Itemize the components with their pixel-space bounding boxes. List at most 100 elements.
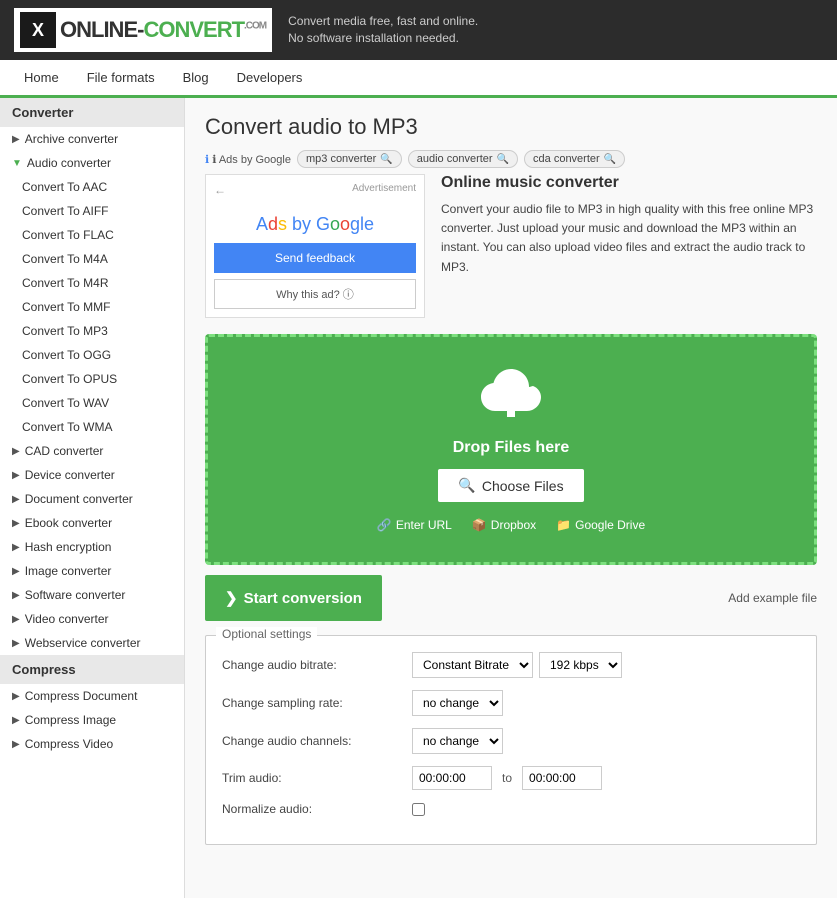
header: X ONLINE-CONVERT.COM Convert media free,… bbox=[0, 0, 837, 60]
page-title: Convert audio to MP3 bbox=[205, 114, 817, 140]
sidebar-item-image-converter[interactable]: ▶ Image converter bbox=[0, 559, 184, 583]
arrow-icon: ▶ bbox=[12, 470, 20, 481]
why-this-ad-button[interactable]: Why this ad? ⓘ bbox=[214, 279, 416, 309]
enter-url-link[interactable]: 🔗 Enter URL bbox=[377, 518, 452, 532]
trim-end-input[interactable] bbox=[522, 766, 602, 790]
trim-label: Trim audio: bbox=[222, 771, 412, 785]
sidebar: Converter ▶ Archive converter ▼ Audio co… bbox=[0, 98, 185, 898]
tag-cda-converter[interactable]: cda converter 🔍 bbox=[524, 150, 625, 168]
optional-settings: Optional settings Change audio bitrate: … bbox=[205, 635, 817, 845]
nav-file-formats[interactable]: File formats bbox=[73, 60, 169, 95]
sidebar-item-compress-video[interactable]: ▶ Compress Video bbox=[0, 732, 184, 756]
arrow-icon: ▶ bbox=[12, 638, 20, 649]
sidebar-item-device-converter[interactable]: ▶ Device converter bbox=[0, 463, 184, 487]
sidebar-item-hash-encryption[interactable]: ▶ Hash encryption bbox=[0, 535, 184, 559]
arrow-icon: ▶ bbox=[12, 518, 20, 529]
send-feedback-button[interactable]: Send feedback bbox=[214, 243, 416, 273]
dropbox-icon: 📦 bbox=[472, 518, 487, 532]
upload-zone[interactable]: Drop Files here 🔍 Choose Files 🔗 Enter U… bbox=[205, 334, 817, 565]
arrow-icon: ▶ bbox=[12, 566, 20, 577]
channels-controls: no change Mono Stereo bbox=[412, 728, 503, 754]
action-row: ❯ Start conversion Add example file bbox=[205, 575, 817, 621]
chevron-right-icon: ❯ bbox=[225, 589, 238, 607]
logo-icon: X bbox=[20, 12, 56, 48]
search-icon: 🔍 bbox=[458, 477, 475, 494]
setting-row-normalize: Normalize audio: bbox=[222, 802, 800, 816]
sampling-label: Change sampling rate: bbox=[222, 696, 412, 710]
bitrate-value-select[interactable]: 128 kbps 192 kbps 256 kbps 320 kbps bbox=[539, 652, 622, 678]
sidebar-item-video-converter[interactable]: ▶ Video converter bbox=[0, 607, 184, 631]
sidebar-subitem-opus[interactable]: Convert To OPUS bbox=[0, 367, 184, 391]
tag-bar: ℹ ℹ Ads by Google mp3 converter 🔍 audio … bbox=[205, 150, 817, 168]
search-icon: 🔍 bbox=[380, 154, 392, 165]
sidebar-item-audio-converter[interactable]: ▼ Audio converter bbox=[0, 151, 184, 175]
sidebar-subitem-mmf[interactable]: Convert To MMF bbox=[0, 295, 184, 319]
dropbox-link[interactable]: 📦 Dropbox bbox=[472, 518, 536, 532]
trim-start-input[interactable] bbox=[412, 766, 492, 790]
description-title: Online music converter bbox=[441, 174, 817, 192]
sidebar-subitem-wav[interactable]: Convert To WAV bbox=[0, 391, 184, 415]
google-drive-link[interactable]: 📁 Google Drive bbox=[556, 518, 645, 532]
arrow-icon: ▶ bbox=[12, 590, 20, 601]
advertisement-label: Advertisement bbox=[214, 183, 416, 194]
setting-row-sampling: Change sampling rate: no change 44100 Hz… bbox=[222, 690, 800, 716]
nav-blog[interactable]: Blog bbox=[169, 60, 223, 95]
arrow-icon: ▶ bbox=[12, 446, 20, 457]
sidebar-subitem-aiff[interactable]: Convert To AIFF bbox=[0, 199, 184, 223]
ad-desc-row: Advertisement ← Ads by Google Send feedb… bbox=[205, 174, 817, 318]
search-icon: 🔍 bbox=[604, 154, 616, 165]
sidebar-item-software-converter[interactable]: ▶ Software converter bbox=[0, 583, 184, 607]
tag-audio-converter[interactable]: audio converter 🔍 bbox=[408, 150, 518, 168]
normalize-checkbox[interactable] bbox=[412, 803, 425, 816]
sidebar-subitem-m4a[interactable]: Convert To M4A bbox=[0, 247, 184, 271]
google-drive-icon: 📁 bbox=[556, 518, 571, 532]
sampling-controls: no change 44100 Hz 48000 Hz bbox=[412, 690, 503, 716]
sidebar-subitem-ogg[interactable]: Convert To OGG bbox=[0, 343, 184, 367]
sidebar-item-compress-document[interactable]: ▶ Compress Document bbox=[0, 684, 184, 708]
arrow-icon: ▶ bbox=[12, 134, 20, 145]
normalize-label: Normalize audio: bbox=[222, 802, 412, 816]
arrow-icon: ▼ bbox=[12, 158, 22, 169]
channels-select[interactable]: no change Mono Stereo bbox=[412, 728, 503, 754]
compress-section-title: Compress bbox=[0, 655, 184, 684]
channels-label: Change audio channels: bbox=[222, 734, 412, 748]
arrow-icon: ▶ bbox=[12, 542, 20, 553]
bitrate-type-select[interactable]: Constant Bitrate Variable Bitrate bbox=[412, 652, 533, 678]
sidebar-item-cad-converter[interactable]: ▶ CAD converter bbox=[0, 439, 184, 463]
sidebar-subitem-mp3[interactable]: Convert To MP3 bbox=[0, 319, 184, 343]
nav-developers[interactable]: Developers bbox=[223, 60, 317, 95]
arrow-icon: ▶ bbox=[12, 614, 20, 625]
setting-row-channels: Change audio channels: no change Mono St… bbox=[222, 728, 800, 754]
sidebar-item-compress-image[interactable]: ▶ Compress Image bbox=[0, 708, 184, 732]
converter-section-title: Converter bbox=[0, 98, 184, 127]
sidebar-item-archive-converter[interactable]: ▶ Archive converter bbox=[0, 127, 184, 151]
logo[interactable]: X ONLINE-CONVERT.COM bbox=[14, 8, 272, 52]
link-icon: 🔗 bbox=[377, 518, 392, 532]
setting-row-bitrate: Change audio bitrate: Constant Bitrate V… bbox=[222, 652, 800, 678]
arrow-icon: ▶ bbox=[12, 691, 20, 702]
sidebar-subitem-m4r[interactable]: Convert To M4R bbox=[0, 271, 184, 295]
add-example-link[interactable]: Add example file bbox=[728, 591, 817, 605]
nav: Home File formats Blog Developers bbox=[0, 60, 837, 98]
sidebar-subitem-wma[interactable]: Convert To WMA bbox=[0, 415, 184, 439]
sidebar-item-webservice-converter[interactable]: ▶ Webservice converter bbox=[0, 631, 184, 655]
arrow-icon: ▶ bbox=[12, 715, 20, 726]
drop-files-text: Drop Files here bbox=[228, 439, 794, 457]
sampling-select[interactable]: no change 44100 Hz 48000 Hz bbox=[412, 690, 503, 716]
choose-files-button[interactable]: 🔍 Choose Files bbox=[438, 469, 583, 502]
start-conversion-button[interactable]: ❯ Start conversion bbox=[205, 575, 382, 621]
normalize-controls bbox=[412, 803, 425, 816]
to-label: to bbox=[502, 771, 512, 785]
layout: Converter ▶ Archive converter ▼ Audio co… bbox=[0, 98, 837, 898]
arrow-icon: ▶ bbox=[12, 494, 20, 505]
nav-home[interactable]: Home bbox=[10, 60, 73, 95]
tag-mp3-converter[interactable]: mp3 converter 🔍 bbox=[297, 150, 402, 168]
sidebar-subitem-aac[interactable]: Convert To AAC bbox=[0, 175, 184, 199]
description-box: Online music converter Convert your audi… bbox=[441, 174, 817, 318]
trim-controls: to bbox=[412, 766, 602, 790]
sidebar-subitem-flac[interactable]: Convert To FLAC bbox=[0, 223, 184, 247]
sidebar-item-document-converter[interactable]: ▶ Document converter bbox=[0, 487, 184, 511]
logo-text: ONLINE-CONVERT.COM bbox=[60, 17, 266, 43]
sidebar-item-ebook-converter[interactable]: ▶ Ebook converter bbox=[0, 511, 184, 535]
header-tagline: Convert media free, fast and online. No … bbox=[288, 13, 478, 47]
